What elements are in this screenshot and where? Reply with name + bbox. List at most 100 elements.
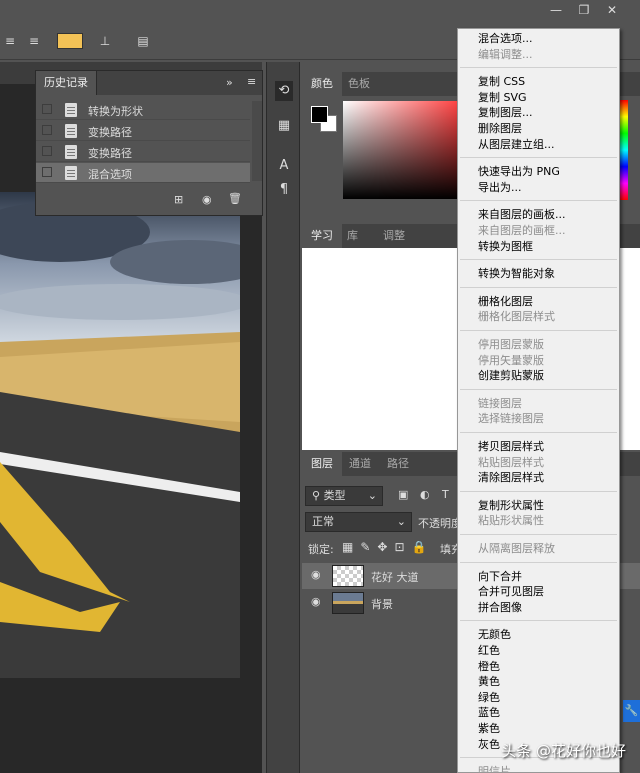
trash-icon[interactable]: 🗑 [228,192,242,205]
menu-item[interactable]: 栅格化图层 [478,294,533,310]
menu-item[interactable]: 导出为... [478,180,522,196]
menu-item: 编辑调整... [478,47,533,61]
warp-text-icon[interactable]: ⊥ [97,33,113,49]
properties-icon[interactable]: ▦ [275,116,293,136]
character-panel-icon[interactable]: ▤ [135,33,151,49]
tab-learn[interactable]: 学习 [302,224,342,248]
hue-slider[interactable] [619,100,628,200]
snapshot-camera-icon[interactable]: ◉ [202,193,212,206]
restore-icon[interactable]: ❐ [574,2,594,18]
lock-label: 锁定: [308,543,334,556]
tab-adjustments[interactable]: 调整 [374,224,414,248]
tab-swatches[interactable]: 色板 [339,72,379,96]
menu-separator [460,157,617,159]
watermark: 头条 @花好你也好 [501,742,626,760]
menu-item[interactable]: 转换为图框 [478,239,533,255]
collapse-icon[interactable]: » [226,76,233,89]
history-item[interactable]: 变换路径 [36,142,250,162]
menu-separator [460,561,617,563]
menu-separator [460,330,617,331]
menu-separator [460,432,617,433]
eye-icon[interactable]: ◉ [311,569,323,581]
history-checkbox[interactable] [42,104,52,114]
menu-item[interactable]: 创建剪贴蒙版 [478,368,544,384]
tab-libraries[interactable]: 库 [338,224,367,248]
document-icon [65,166,77,180]
menu-item[interactable]: 删除图层 [478,121,522,137]
menu-separator [460,286,617,288]
canvas-image[interactable] [0,192,240,678]
align-right-icon[interactable]: ≡ [26,33,42,49]
layer-filter-select[interactable]: ⚲ 类型 ⌄ [305,486,383,506]
history-panel-icon[interactable]: ⟲ [275,81,293,101]
menu-item: 从隔离图层释放 [478,542,555,555]
menu-item[interactable]: 清除图层样式 [478,470,544,486]
layer-name: 花好 大道 [371,571,419,584]
layer-thumbnail [332,565,364,587]
menu-item[interactable]: 混合选项... [478,31,533,47]
document-icon [65,124,77,138]
adjustment-filter-icon[interactable]: ◐ [420,488,430,501]
lock-icons[interactable]: ▦✎✥⊡🔒 [342,540,433,554]
menu-item: 粘贴形状属性 [478,514,544,528]
menu-item[interactable]: 向下合并 [478,569,522,585]
menu-item[interactable]: 紫色 [478,721,500,737]
history-panel: 历史记录 » ≡ 转换为形状 变换路径 变换路径 混合选项 ⊞ ◉ 🗑 [35,70,263,216]
menu-item[interactable]: 复制形状属性 [478,498,544,514]
menu-item: 栅格化图层样式 [478,310,555,324]
minimize-icon[interactable]: — [546,2,566,18]
menu-item[interactable]: 合并可见图层 [478,584,544,600]
menu-item[interactable]: 红色 [478,643,500,659]
menu-item[interactable]: 蓝色 [478,705,500,721]
menu-item[interactable]: 拷贝图层样式 [478,439,544,455]
new-document-icon[interactable]: ⊞ [174,193,183,206]
menu-item[interactable]: 无颜色 [478,627,511,643]
menu-item[interactable]: 转换为智能对象 [478,266,555,282]
menu-item[interactable]: 黄色 [478,674,500,690]
wrench-icon[interactable]: 🔧 [623,700,640,722]
history-tab[interactable]: 历史记录 [36,71,97,95]
menu-separator [460,388,617,390]
character-icon[interactable]: A [275,156,293,176]
history-item-label: 变换路径 [88,147,132,160]
paragraph-icon[interactable]: ¶ [275,180,293,200]
type-filter-icon[interactable]: T [442,488,449,501]
history-item-label: 变换路径 [88,126,132,139]
panel-menu-icon[interactable]: ≡ [247,75,256,88]
history-checkbox[interactable] [42,146,52,156]
eye-icon[interactable]: ◉ [311,596,323,608]
menu-item[interactable]: 复制图层... [478,105,533,121]
history-item-label: 转换为形状 [88,105,143,118]
history-item-selected[interactable]: 混合选项 [36,163,250,183]
history-checkbox[interactable] [42,167,52,177]
history-item[interactable]: 变换路径 [36,121,250,141]
menu-item[interactable]: 来自图层的画板... [478,207,566,223]
image-filter-icon[interactable]: ▣ [398,488,408,501]
tab-channels[interactable]: 通道 [340,452,380,476]
history-scrollbar[interactable] [252,101,262,181]
menu-item[interactable]: 拼合图像 [478,600,522,616]
menu-item[interactable]: 灰色 [478,737,500,753]
history-checkbox[interactable] [42,125,52,135]
tab-color[interactable]: 颜色 [302,72,342,96]
history-item[interactable]: 转换为形状 [36,100,250,120]
menu-item: 链接图层 [478,396,522,410]
color-picker-field[interactable] [343,101,463,199]
menu-item[interactable]: 绿色 [478,690,500,706]
menu-item[interactable]: 从图层建立组... [478,137,555,153]
menu-separator [460,67,617,69]
blend-mode-select[interactable]: 正常 ⌄ [305,512,412,532]
close-icon[interactable]: ✕ [602,2,622,18]
menu-item[interactable]: 橙色 [478,659,500,675]
text-color-swatch[interactable] [57,33,83,49]
menu-item[interactable]: 复制 CSS [478,74,525,90]
tab-layers[interactable]: 图层 [302,452,342,476]
layer-context-menu: 混合选项... 编辑调整... 复制 CSS 复制 SVG 复制图层... 删除图层 从图层… [457,28,620,773]
tab-paths[interactable]: 路径 [378,452,418,476]
menu-item[interactable]: 快速导出为 PNG [478,164,560,180]
history-panel-header: 历史记录 » ≡ [36,71,262,95]
align-center-icon[interactable]: ≡ [2,33,18,49]
menu-item[interactable]: 复制 SVG [478,90,527,106]
foreground-color-swatch[interactable] [311,106,328,123]
menu-item: 明信片 [478,765,511,773]
